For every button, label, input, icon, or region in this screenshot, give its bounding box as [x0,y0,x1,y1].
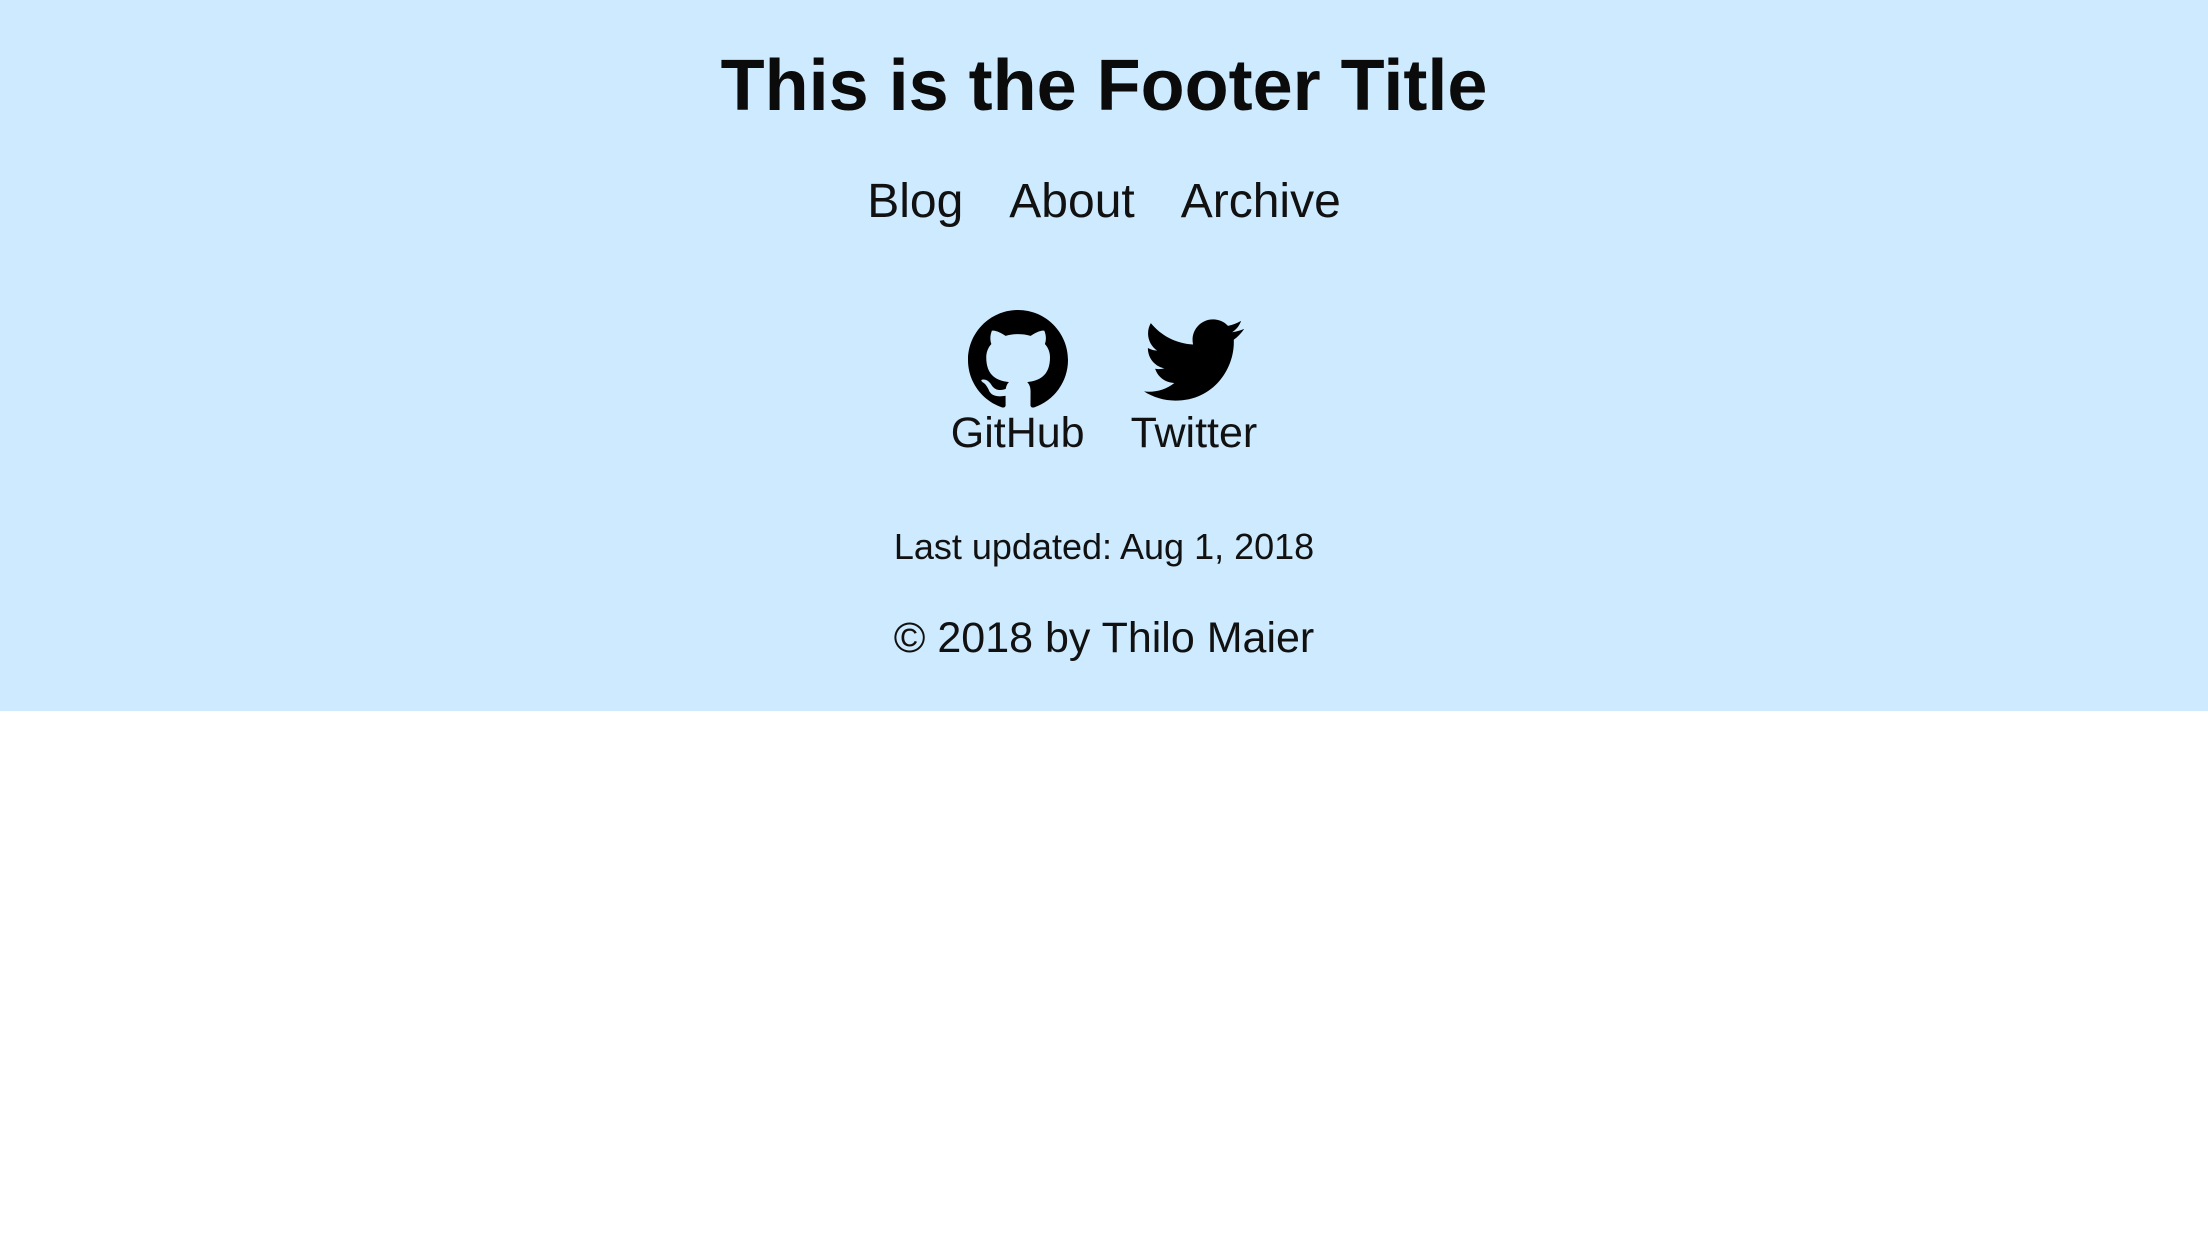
site-footer: This is the Footer Title Blog About Arch… [0,0,2208,711]
github-label: GitHub [950,409,1085,457]
nav-link-about[interactable]: About [1009,170,1134,234]
nav-link-blog[interactable]: Blog [867,170,963,234]
nav-link-archive[interactable]: Archive [1181,170,1341,234]
github-icon [967,310,1068,408]
twitter-icon [1143,319,1244,401]
last-updated: Last updated: Aug 1, 2018 [893,526,1315,567]
twitter-link[interactable]: Twitter [1130,310,1258,458]
footer-title: This is the Footer Title [720,46,1488,126]
social-links: GitHub Twitter [0,310,2208,458]
github-link[interactable]: GitHub [951,310,1085,458]
footer-nav: Blog About Archive [0,170,2208,234]
copyright: © 2018 by Thilo Maier [893,614,1315,662]
twitter-label: Twitter [1130,409,1258,457]
